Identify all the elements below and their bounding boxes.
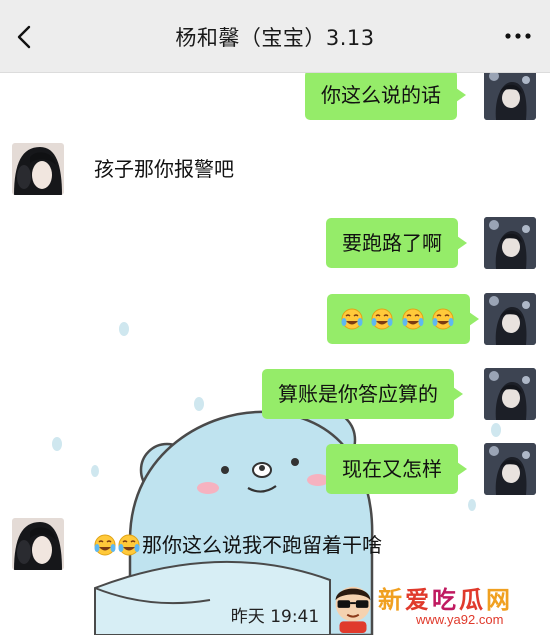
my-avatar[interactable] bbox=[484, 217, 536, 269]
message-bubble-sent[interactable]: 你这么说的话 bbox=[305, 70, 466, 120]
laughing-crying-emoji-icon bbox=[94, 534, 116, 556]
message-text: 现在又怎样 bbox=[342, 457, 442, 481]
message-text-received[interactable]: 那你这么说我不跑留着干啥 bbox=[94, 531, 382, 559]
message-bubble-sent[interactable]: 算账是你答应算的 bbox=[262, 369, 463, 419]
my-avatar[interactable] bbox=[484, 293, 536, 345]
watermark-title-char: 网 bbox=[486, 586, 513, 614]
sunglasses-mascot-logo bbox=[335, 586, 371, 633]
laughing-crying-emoji-icon bbox=[432, 308, 455, 330]
watermark-url: www.ya92.com bbox=[416, 612, 504, 627]
contact-avatar[interactable] bbox=[12, 143, 64, 195]
my-avatar[interactable] bbox=[484, 368, 536, 420]
message-text: 算账是你答应算的 bbox=[278, 382, 438, 406]
message-text-received[interactable]: 孩子那你报警吧 bbox=[94, 155, 234, 183]
my-avatar[interactable] bbox=[484, 68, 536, 120]
my-avatar[interactable] bbox=[484, 443, 536, 495]
message-text: 你这么说的话 bbox=[321, 83, 441, 107]
message-bubble-sent[interactable]: 要跑路了啊 bbox=[326, 218, 467, 268]
chat-header: 杨和馨（宝宝）3.13 bbox=[0, 0, 550, 73]
contact-avatar[interactable] bbox=[12, 518, 64, 570]
laughing-crying-emoji-icon bbox=[401, 308, 424, 330]
laughing-crying-emoji-icon bbox=[118, 534, 140, 556]
laughing-crying-emoji-icon bbox=[371, 308, 394, 330]
watermark-title-char: 新 bbox=[378, 586, 405, 614]
laughing-crying-emoji-icon bbox=[341, 308, 363, 330]
site-watermark: 新爱吃瓜网 www.ya92.com bbox=[326, 578, 550, 635]
watermark-title-char: 瓜 bbox=[459, 586, 486, 614]
chat-title: 杨和馨（宝宝）3.13 bbox=[175, 26, 375, 50]
message-text: 那你这么说我不跑留着干啥 bbox=[142, 533, 382, 557]
message-bubble-sent-emoji[interactable] bbox=[327, 294, 480, 344]
message-text: 要跑路了啊 bbox=[342, 231, 442, 255]
watermark-title: 新爱吃瓜网 bbox=[378, 580, 513, 615]
watermark-title-char: 爱 bbox=[405, 586, 432, 614]
watermark-title-char: 吃 bbox=[432, 586, 459, 614]
more-dots-icon[interactable] bbox=[502, 26, 534, 46]
message-bubble-sent[interactable]: 现在又怎样 bbox=[326, 444, 467, 494]
